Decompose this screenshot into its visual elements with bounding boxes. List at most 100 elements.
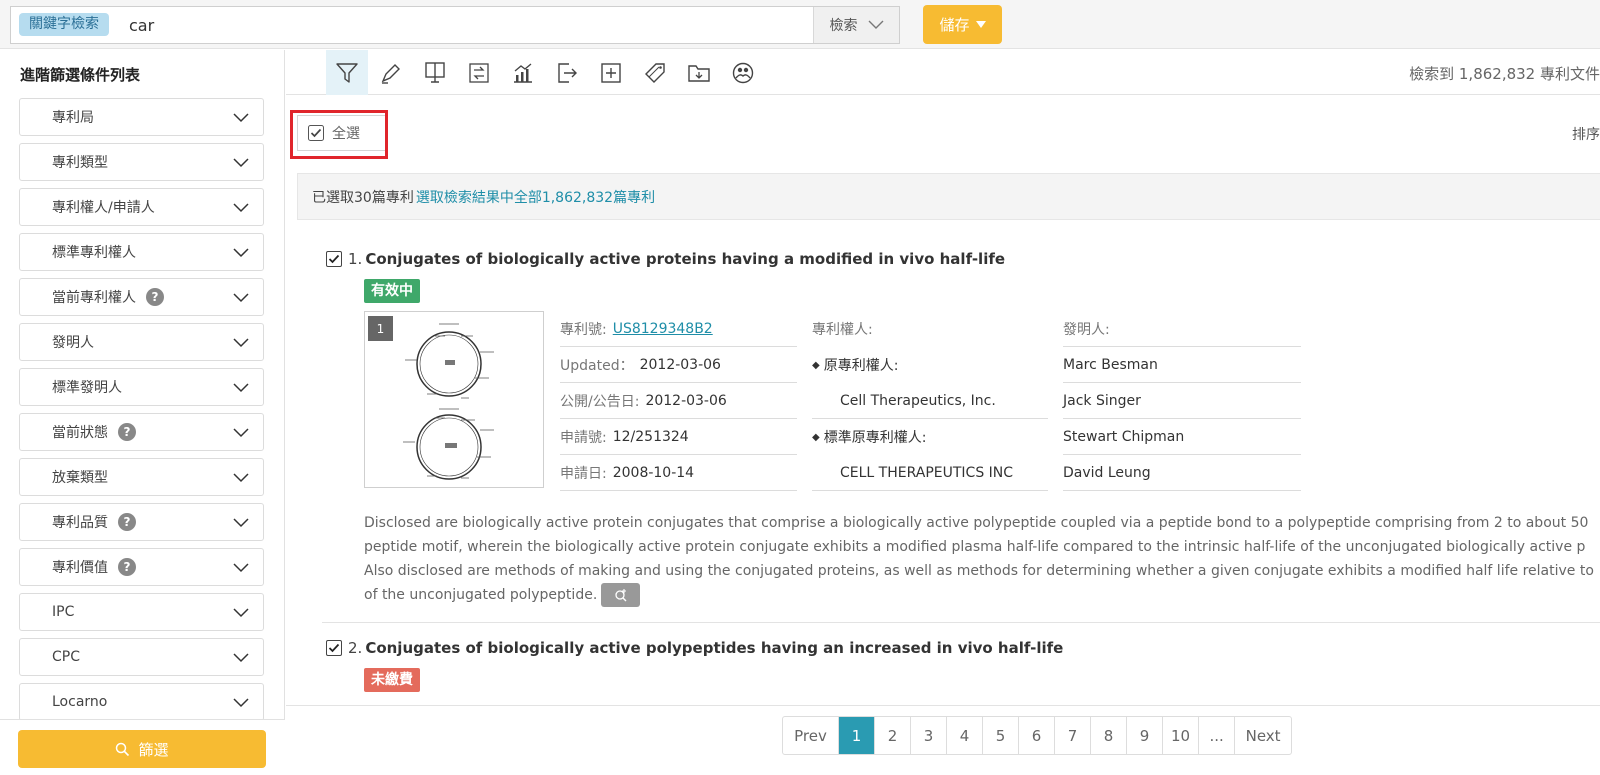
chevron-down-icon	[233, 698, 249, 708]
chart-tool[interactable]	[502, 50, 544, 95]
folder-tool[interactable]	[678, 50, 720, 95]
filter-item-label: 專利權人/申請人	[52, 200, 155, 216]
add-tool[interactable]	[590, 50, 632, 95]
help-icon[interactable]: ?	[118, 513, 136, 531]
patent-checkbox[interactable]	[326, 251, 342, 267]
monitor-tool[interactable]	[414, 50, 456, 95]
next-page-button[interactable]: Next	[1235, 717, 1291, 754]
chevron-down-icon	[233, 338, 249, 348]
tag-tool[interactable]	[634, 50, 676, 95]
inventor-name[interactable]: Stewart Chipman	[1063, 419, 1301, 455]
filter-item[interactable]: IPC	[19, 593, 264, 631]
filter-item-label: 標準發明人	[52, 380, 122, 396]
patent-inventor-column: 發明人: Marc Besman Jack Singer Stewart Chi…	[1063, 311, 1301, 491]
page-button[interactable]: 10	[1163, 717, 1200, 754]
filter-item[interactable]: 發明人	[19, 323, 264, 361]
search-box[interactable]: 關鍵字檢索 檢索	[10, 6, 900, 44]
page-button[interactable]: 5	[983, 717, 1019, 754]
compare-tool[interactable]	[458, 50, 500, 95]
filter-item[interactable]: 放棄類型	[19, 458, 264, 496]
help-icon[interactable]: ?	[146, 288, 164, 306]
filter-item[interactable]: 專利品質?	[19, 503, 264, 541]
compare-icon	[469, 62, 489, 83]
page-button[interactable]: 9	[1127, 717, 1163, 754]
export-tool[interactable]	[546, 50, 588, 95]
filter-item[interactable]: 當前狀態?	[19, 413, 264, 451]
filter-item[interactable]: 標準專利權人	[19, 233, 264, 271]
page-button[interactable]: 4	[947, 717, 983, 754]
original-owner-value[interactable]: Cell Therapeutics, Inc.	[812, 383, 1048, 419]
patent-checkbox[interactable]	[326, 640, 342, 656]
patent-title[interactable]: Conjugates of biologically active polype…	[365, 639, 1063, 657]
checkmark-icon	[328, 254, 340, 264]
keyword-search-tag[interactable]: 關鍵字檢索	[19, 13, 109, 36]
chevron-down-icon	[233, 158, 249, 168]
abstract-expand-button[interactable]	[601, 583, 641, 607]
patent-result-1: 1. Conjugates of biologically active pro…	[326, 247, 1600, 627]
filter-item-label: 專利品質	[52, 515, 108, 531]
page-button[interactable]: 3	[911, 717, 947, 754]
original-owner-label: 原專利權人:	[823, 358, 899, 374]
search-plus-icon	[615, 589, 627, 602]
chevron-down-icon	[233, 608, 249, 618]
filter-item[interactable]: 專利局	[19, 98, 264, 136]
page-button[interactable]: 2	[875, 717, 911, 754]
save-button[interactable]: 儲存	[923, 5, 1002, 44]
filter-tool[interactable]	[326, 50, 368, 95]
patent-number: 2.	[348, 639, 363, 657]
diamond-bullet-icon: ◆	[812, 359, 820, 371]
patent-drawing-image	[403, 323, 494, 480]
highlight-box	[290, 110, 388, 159]
monitor-icon	[425, 61, 445, 83]
filter-item[interactable]: Locarno	[19, 683, 264, 721]
filter-item-label: 專利局	[52, 110, 94, 126]
filter-item[interactable]: 專利權人/申請人	[19, 188, 264, 226]
results-toolbar: 檢索到 1,862,832 專利文件	[286, 50, 1600, 95]
std-owner-label: 標準原專利權人:	[823, 430, 927, 446]
export-icon	[558, 62, 577, 83]
select-all-results-link[interactable]: 選取檢索結果中全部1,862,832篇專利	[416, 187, 655, 207]
patent-title[interactable]: Conjugates of biologically active protei…	[365, 250, 1005, 268]
help-icon[interactable]: ?	[118, 558, 136, 576]
search-input[interactable]	[129, 11, 809, 39]
patent-abstract: Disclosed are biologically active protei…	[364, 511, 1600, 607]
inventor-name[interactable]: Marc Besman	[1063, 347, 1301, 383]
filter-item[interactable]: CPC	[19, 638, 264, 676]
sort-label[interactable]: 排序	[1572, 124, 1600, 144]
patent-drawing-thumbnail[interactable]: 1	[364, 311, 544, 488]
filter-item-label: Locarno	[52, 694, 108, 710]
chevron-down-icon	[233, 113, 249, 123]
filter-item-label: CPC	[52, 649, 80, 665]
highlight-tool[interactable]	[370, 50, 412, 95]
chevron-down-icon	[233, 473, 249, 483]
sidebar-title: 進階篩選條件列表	[20, 66, 141, 84]
page-button[interactable]: 7	[1055, 717, 1091, 754]
save-button-label: 儲存	[939, 16, 970, 34]
filter-item[interactable]: 專利價值?	[19, 548, 264, 586]
filter-item[interactable]: 標準發明人	[19, 368, 264, 406]
inventor-name[interactable]: Jack Singer	[1063, 383, 1301, 419]
page-button[interactable]: 1	[839, 717, 875, 754]
abstract-line: of the unconjugated polypeptide.	[364, 587, 598, 603]
search-icon	[116, 742, 130, 756]
prev-page-button[interactable]: Prev	[783, 717, 839, 754]
apply-filter-button[interactable]: 篩選	[18, 730, 266, 768]
filter-item[interactable]: 當前專利權人?	[19, 278, 264, 316]
page-button[interactable]: 8	[1091, 717, 1127, 754]
help-icon[interactable]: ?	[118, 423, 136, 441]
sidebar-footer: 篩選	[0, 719, 285, 775]
search-button[interactable]: 檢索	[813, 7, 899, 43]
patent-field-row: 申請號: 12/251324	[560, 419, 797, 455]
inventor-name[interactable]: David Leung	[1063, 455, 1301, 491]
share-icon	[732, 62, 754, 83]
filter-item[interactable]: 專利類型	[19, 143, 264, 181]
status-badge: 未繳費	[364, 668, 420, 692]
page-button[interactable]: ...	[1199, 717, 1236, 754]
page-button[interactable]: 6	[1019, 717, 1055, 754]
share-tool[interactable]	[722, 50, 764, 95]
patent-number-link[interactable]: US8129348B2	[613, 321, 713, 337]
std-owner-value[interactable]: CELL THERAPEUTICS INC	[812, 455, 1048, 491]
highlight-icon	[381, 63, 400, 84]
diamond-bullet-icon: ◆	[812, 431, 820, 443]
patent-owner-column: 專利權人: ◆ 原專利權人: Cell Therapeutics, Inc. ◆…	[812, 311, 1048, 491]
